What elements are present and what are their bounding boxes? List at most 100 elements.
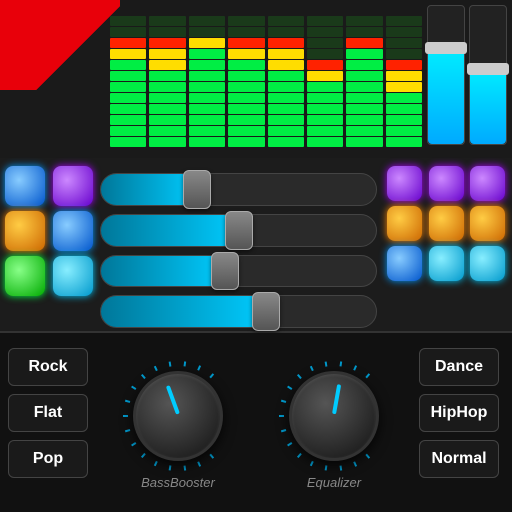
fader-2[interactable] bbox=[100, 255, 377, 288]
eq-segment-green bbox=[346, 60, 382, 70]
pad-right-2[interactable] bbox=[470, 166, 505, 201]
eq-segment-dark bbox=[228, 27, 264, 37]
preset-left-flat[interactable]: Flat bbox=[8, 394, 88, 432]
eq-segment-green bbox=[386, 115, 422, 125]
eq-bar-6 bbox=[346, 16, 382, 148]
eq-bar-1 bbox=[149, 16, 185, 148]
eq-segment-green bbox=[268, 115, 304, 125]
eq-segment-green bbox=[307, 137, 343, 147]
pad-right-0[interactable] bbox=[387, 166, 422, 201]
eq-segment-green bbox=[110, 126, 146, 136]
eq-segment-green bbox=[346, 49, 382, 59]
eq-segment-green bbox=[268, 126, 304, 136]
eq-segment-dark bbox=[346, 16, 382, 26]
knob-container-0: BassBooster bbox=[123, 361, 233, 490]
eq-segment-green bbox=[386, 93, 422, 103]
eq-segment-dark bbox=[386, 27, 422, 37]
eq-segment-yellow bbox=[228, 49, 264, 59]
pad-left-3[interactable] bbox=[53, 211, 93, 251]
eq-segment-green bbox=[307, 126, 343, 136]
knob-container-1: Equalizer bbox=[279, 361, 389, 490]
eq-segment-dark bbox=[307, 49, 343, 59]
eq-segment-yellow bbox=[268, 60, 304, 70]
pad-left-5[interactable] bbox=[53, 256, 93, 296]
knob-label-0: BassBooster bbox=[141, 475, 215, 490]
eq-segment-dark bbox=[386, 38, 422, 48]
fader-handle-1[interactable] bbox=[225, 211, 253, 250]
right-slider-handle-1[interactable] bbox=[467, 63, 509, 75]
pad-right-6[interactable] bbox=[387, 246, 422, 281]
eq-segment-green bbox=[268, 137, 304, 147]
preset-left-rock[interactable]: Rock bbox=[8, 348, 88, 386]
eq-segment-green bbox=[268, 71, 304, 81]
pad-right-4[interactable] bbox=[429, 206, 464, 241]
eq-segment-red bbox=[149, 38, 185, 48]
pad-right-3[interactable] bbox=[387, 206, 422, 241]
pad-left-4[interactable] bbox=[5, 256, 45, 296]
eq-segment-green bbox=[386, 104, 422, 114]
knob-indicator-1 bbox=[332, 384, 341, 414]
eq-segment-yellow bbox=[149, 49, 185, 59]
preset-right-normal[interactable]: Normal bbox=[419, 440, 499, 478]
knob-1[interactable] bbox=[289, 371, 379, 461]
eq-segment-yellow bbox=[189, 38, 225, 48]
pad-left-0[interactable] bbox=[5, 166, 45, 206]
preset-right-dance[interactable]: Dance bbox=[419, 348, 499, 386]
eq-segment-green bbox=[189, 115, 225, 125]
eq-segment-green bbox=[189, 93, 225, 103]
eq-segment-dark bbox=[149, 16, 185, 26]
eq-segment-yellow bbox=[307, 71, 343, 81]
pad-right-8[interactable] bbox=[470, 246, 505, 281]
eq-segment-green bbox=[228, 115, 264, 125]
right-slider-0[interactable] bbox=[427, 5, 465, 145]
eq-segment-green bbox=[189, 137, 225, 147]
eq-segment-green bbox=[346, 104, 382, 114]
eq-segment-dark bbox=[189, 16, 225, 26]
preset-left-pop[interactable]: Pop bbox=[8, 440, 88, 478]
preset-right: Dance HipHop Normal bbox=[419, 348, 504, 478]
eq-segment-green bbox=[228, 60, 264, 70]
preset-left: Rock Flat Pop bbox=[8, 348, 93, 478]
eq-segment-green bbox=[228, 126, 264, 136]
eq-segment-green bbox=[228, 82, 264, 92]
eq-segment-green bbox=[307, 82, 343, 92]
knob-label-1: Equalizer bbox=[307, 475, 361, 490]
eq-segment-dark bbox=[307, 27, 343, 37]
pad-right-5[interactable] bbox=[470, 206, 505, 241]
eq-segment-red bbox=[268, 38, 304, 48]
eq-segment-green bbox=[110, 137, 146, 147]
fader-handle-0[interactable] bbox=[183, 170, 211, 209]
right-slider-handle-0[interactable] bbox=[425, 42, 467, 54]
eq-segment-dark bbox=[189, 27, 225, 37]
eq-segment-green bbox=[149, 104, 185, 114]
pad-left-2[interactable] bbox=[5, 211, 45, 251]
eq-segment-yellow bbox=[386, 71, 422, 81]
pad-left-1[interactable] bbox=[53, 166, 93, 206]
eq-segment-red bbox=[307, 60, 343, 70]
fader-handle-2[interactable] bbox=[211, 252, 239, 291]
eq-visualizer bbox=[110, 8, 422, 153]
eq-segment-green bbox=[307, 115, 343, 125]
pad-right-7[interactable] bbox=[429, 246, 464, 281]
eq-segment-green bbox=[307, 93, 343, 103]
knob-indicator-0 bbox=[166, 385, 180, 415]
faders-area bbox=[100, 168, 377, 328]
knob-0[interactable] bbox=[133, 371, 223, 461]
right-slider-1[interactable] bbox=[469, 5, 507, 145]
eq-segment-green bbox=[346, 115, 382, 125]
eq-segment-green bbox=[149, 71, 185, 81]
eq-segment-green bbox=[189, 71, 225, 81]
fader-3[interactable] bbox=[100, 295, 377, 328]
fader-0[interactable] bbox=[100, 173, 377, 206]
fader-handle-3[interactable] bbox=[252, 292, 280, 331]
eq-segment-green bbox=[307, 104, 343, 114]
eq-bar-4 bbox=[268, 16, 304, 148]
eq-segment-green bbox=[346, 71, 382, 81]
eq-segment-dark bbox=[346, 27, 382, 37]
preset-right-hiphop[interactable]: HipHop bbox=[419, 394, 499, 432]
fader-1[interactable] bbox=[100, 214, 377, 247]
eq-bar-5 bbox=[307, 16, 343, 148]
pad-right-1[interactable] bbox=[429, 166, 464, 201]
eq-segment-green bbox=[149, 82, 185, 92]
corner-badge bbox=[0, 0, 120, 90]
